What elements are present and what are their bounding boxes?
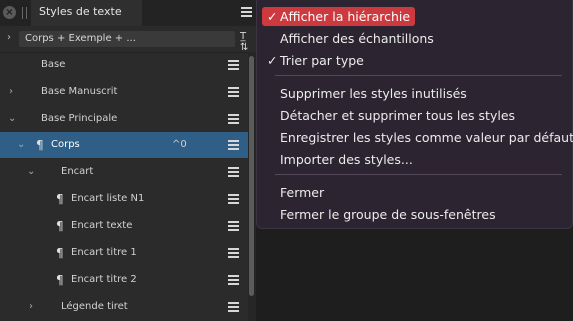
menu-item-close[interactable]: Fermer (262, 183, 562, 202)
menu-item-label: Trier par type (280, 53, 364, 68)
menu-item-label: Détacher et supprimer tous les styles (280, 108, 516, 123)
list-item[interactable]: ¶ Encart liste N1 (0, 186, 248, 212)
chevron-right-icon[interactable]: › (29, 294, 33, 320)
list-item-selected[interactable]: ⌄ ¶ Corps ^0 (0, 132, 248, 158)
close-panel-icon[interactable]: × (3, 6, 16, 19)
row-menu-icon[interactable] (228, 301, 240, 313)
chevron-down-icon[interactable]: ⌄ (17, 132, 25, 158)
style-label: Encart titre 2 (71, 274, 137, 285)
list-item[interactable]: ¶ Encart texte (0, 213, 248, 239)
style-label: Encart liste N1 (71, 193, 145, 204)
menu-item-label: Afficher la hiérarchie (280, 9, 411, 24)
row-menu-icon[interactable] (228, 113, 240, 125)
style-label: Base (41, 59, 66, 70)
menu-separator (275, 174, 562, 175)
filter-bar: › Corps + Exemple + ... T̲ ⇅ (0, 26, 256, 53)
paragraph-icon: ¶ (56, 273, 64, 287)
style-label: Encart (61, 166, 94, 177)
panel-tab-bar: × Styles de texte (0, 0, 256, 27)
styles-list: Base › Base Manuscrit ⌄ Base Principale … (0, 52, 248, 321)
menu-item-save-as-default[interactable]: Enregistrer les styles comme valeur par … (262, 128, 573, 147)
menu-item-show-samples[interactable]: Afficher des échantillons (262, 29, 562, 48)
drag-grip-icon[interactable] (22, 7, 27, 19)
style-filter-field[interactable]: Corps + Exemple + ... (19, 31, 235, 47)
style-label: Base Manuscrit (41, 86, 118, 97)
style-label: Base Principale (41, 113, 118, 124)
panel-menu-icon[interactable] (241, 6, 253, 18)
paragraph-icon: ¶ (36, 138, 44, 152)
row-menu-icon[interactable] (228, 166, 240, 178)
list-item[interactable]: ¶ Encart titre 1 (0, 240, 248, 266)
chevron-down-icon[interactable]: ⌄ (27, 159, 35, 185)
menu-item-label: Fermer le groupe de sous-fenêtres (280, 207, 496, 222)
menu-item-label: Fermer (280, 185, 325, 200)
style-label: Encart titre 1 (71, 247, 137, 258)
scrollbar[interactable] (248, 52, 256, 321)
style-label: Légende tiret (61, 301, 128, 312)
menu-item-label: Afficher des échantillons (280, 31, 434, 46)
text-styles-panel: × Styles de texte › Corps + Exemple + ..… (0, 0, 256, 321)
menu-separator (275, 75, 562, 76)
tab-text-styles[interactable]: Styles de texte (31, 0, 142, 26)
checkmark-icon: ✓ (267, 9, 278, 24)
list-item[interactable]: ⌄ Base Principale (0, 106, 248, 132)
text-style-sort-icon[interactable]: T̲ ⇅ (240, 31, 254, 53)
menu-item-close-panel-group[interactable]: Fermer le groupe de sous-fenêtres (262, 205, 562, 224)
scrollbar-thumb[interactable] (249, 56, 254, 296)
menu-item-label: Supprimer les styles inutilisés (280, 86, 467, 101)
menu-item-label: Enregistrer les styles comme valeur par … (280, 130, 573, 145)
paragraph-icon: ¶ (56, 192, 64, 206)
menu-item-label: Importer des styles... (280, 152, 413, 167)
chevron-down-icon[interactable]: ⌄ (8, 106, 16, 132)
list-item[interactable]: › Base Manuscrit (0, 79, 248, 105)
style-label: Corps (51, 139, 80, 150)
paragraph-icon: ¶ (56, 246, 64, 260)
list-item[interactable]: ⌄ Encart (0, 159, 248, 185)
shortcut-label: ^0 (172, 139, 187, 150)
list-item[interactable]: ¶ Encart titre 2 (0, 267, 248, 293)
menu-item-import-styles[interactable]: Importer des styles... (262, 150, 562, 169)
chevron-right-icon[interactable]: › (9, 79, 13, 105)
list-item[interactable]: Base (0, 52, 248, 78)
list-item[interactable]: › Légende tiret (0, 294, 248, 320)
menu-item-sort-by-type[interactable]: ✓ Trier par type (262, 51, 562, 70)
menu-item-delete-unused-styles[interactable]: Supprimer les styles inutilisés (262, 84, 562, 103)
row-menu-icon[interactable] (228, 193, 240, 205)
checkmark-icon: ✓ (267, 53, 278, 68)
panel-context-menu: ✓ Afficher la hiérarchie Afficher des éc… (256, 0, 573, 229)
paragraph-icon: ¶ (56, 219, 64, 233)
menu-item-detach-delete-all[interactable]: Détacher et supprimer tous les styles (262, 106, 562, 125)
row-menu-icon[interactable] (228, 139, 240, 151)
row-menu-icon[interactable] (228, 220, 240, 232)
style-label: Encart texte (71, 220, 133, 231)
menu-item-show-hierarchy[interactable]: ✓ Afficher la hiérarchie (262, 7, 415, 26)
row-menu-icon[interactable] (228, 247, 240, 259)
chevron-right-icon[interactable]: › (7, 32, 11, 43)
row-menu-icon[interactable] (228, 86, 240, 98)
row-menu-icon[interactable] (228, 59, 240, 71)
row-menu-icon[interactable] (228, 274, 240, 286)
